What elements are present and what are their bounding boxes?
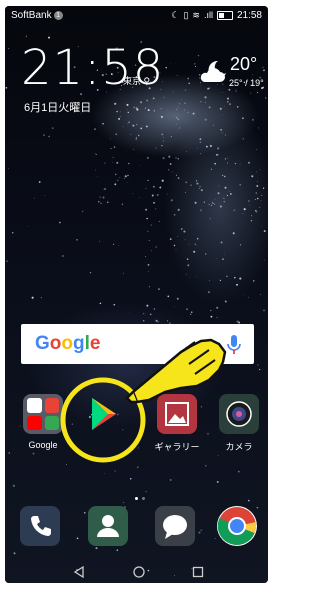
phone-screen: SoftBank 1 ☾ ▯ ≋ .ıll 21:58 21:58 東京 ⚲ 6月… <box>5 6 268 583</box>
pointing-hand-icon <box>125 338 227 404</box>
tutorial-annotation <box>60 338 227 463</box>
highlight-circle <box>60 377 146 463</box>
